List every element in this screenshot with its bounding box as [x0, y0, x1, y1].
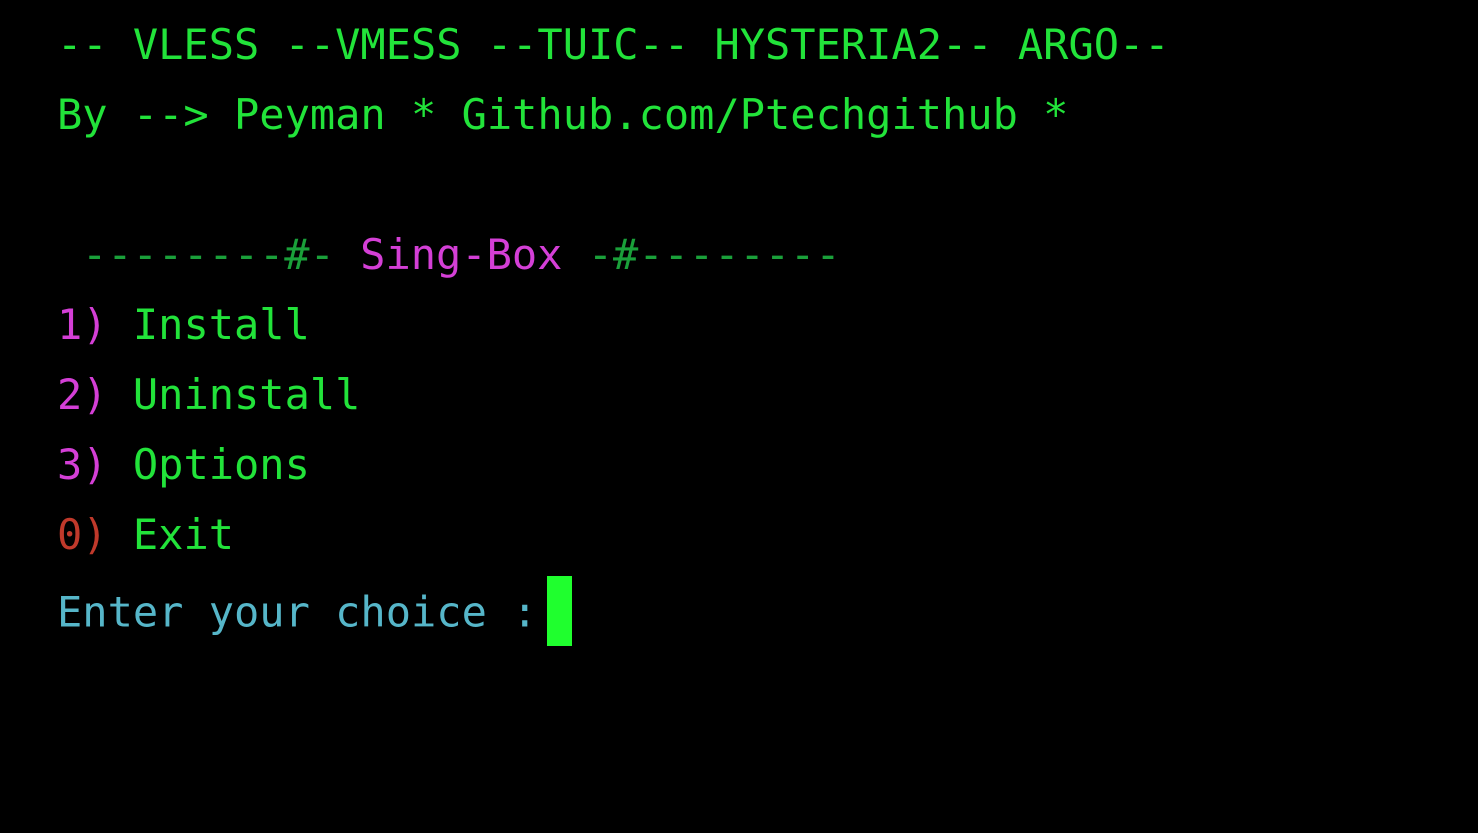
menu-item-uninstall[interactable]: 2) Uninstall [57, 370, 360, 420]
menu-header-right-rule: -#-------- [587, 230, 841, 279]
menu-item-key: 3) [57, 440, 108, 489]
menu-item-exit[interactable]: 0) Exit [57, 510, 234, 560]
menu-item-key: 0) [57, 510, 108, 559]
menu-item-install[interactable]: 1) Install [57, 300, 310, 350]
menu-header-title: Sing-Box [360, 230, 563, 279]
menu-item-key: 2) [57, 370, 108, 419]
menu-header-left-rule: --------#- [82, 230, 335, 279]
author-banner: By --> Peyman * Github.com/Ptechgithub * [57, 90, 1069, 139]
menu-item-key: 1) [57, 300, 108, 349]
menu-item-options[interactable]: 3) Options [57, 440, 310, 490]
protocols-banner: -- VLESS --VMESS --TUIC-- HYSTERIA2-- AR… [57, 20, 1170, 69]
choice-prompt: Enter your choice : [57, 587, 538, 637]
text-cursor[interactable] [547, 576, 573, 646]
menu-item-label: Install [132, 300, 310, 349]
terminal-window[interactable]: -- VLESS --VMESS --TUIC-- HYSTERIA2-- AR… [0, 0, 1478, 697]
menu-item-label: Options [132, 440, 310, 489]
menu-header: --------#- Sing-Box -#-------- [82, 230, 841, 280]
menu-item-label: Exit [132, 510, 235, 559]
choice-prompt-line[interactable]: Enter your choice : [57, 576, 573, 646]
menu-item-label: Uninstall [132, 370, 361, 419]
